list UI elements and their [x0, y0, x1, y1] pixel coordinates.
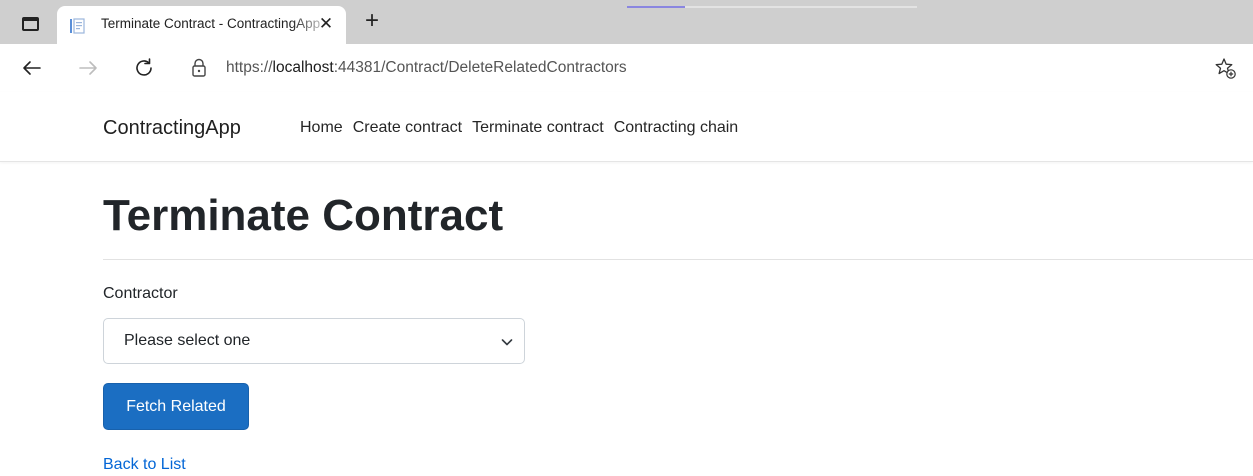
url-host: localhost — [272, 59, 334, 76]
plus-icon[interactable]: + — [360, 9, 384, 34]
favorite-star-icon[interactable] — [1213, 56, 1237, 80]
chevron-down-icon — [501, 339, 513, 346]
window-icon[interactable] — [22, 17, 39, 31]
forward-arrow-icon[interactable] — [76, 56, 100, 80]
back-to-list-link[interactable]: Back to List — [103, 456, 186, 474]
favicon-icon — [70, 18, 85, 34]
title-divider — [103, 259, 1253, 260]
contractor-select-value: Please select one — [124, 332, 251, 349]
nav-link-create-contract[interactable]: Create contract — [353, 119, 462, 137]
url-prefix: https:// — [226, 59, 273, 76]
back-arrow-icon[interactable] — [20, 56, 44, 80]
nav-link-terminate-contract[interactable]: Terminate contract — [472, 119, 604, 137]
site-navbar: ContractingApp Home Create contract Term… — [0, 92, 1253, 162]
nav-link-contracting-chain[interactable]: Contracting chain — [614, 119, 739, 137]
contractor-select[interactable]: Please select one — [103, 318, 525, 364]
nav-links: Home Create contract Terminate contract … — [300, 119, 748, 137]
brand-link[interactable]: ContractingApp — [103, 117, 241, 140]
lock-icon[interactable] — [190, 58, 208, 78]
fetch-related-button[interactable]: Fetch Related — [103, 383, 249, 430]
browser-toolbar: https://localhost:44381/Contract/DeleteR… — [0, 44, 1253, 92]
address-bar-url[interactable]: https://localhost:44381/Contract/DeleteR… — [226, 59, 627, 77]
nav-link-home[interactable]: Home — [300, 119, 343, 137]
refresh-icon[interactable] — [132, 56, 156, 80]
close-icon[interactable]: ✕ — [316, 14, 336, 34]
url-rest: :44381/Contract/DeleteRelatedContractors — [333, 59, 627, 76]
browser-tabstrip: Terminate Contract - ContractingApp ✕ + — [0, 0, 1253, 44]
browser-tab[interactable]: Terminate Contract - ContractingApp ✕ — [57, 6, 346, 44]
tabstrip-accent-line — [627, 6, 917, 8]
page-title: Terminate Contract — [103, 191, 504, 240]
contractor-label: Contractor — [103, 285, 178, 302]
tab-title: Terminate Contract - ContractingApp — [101, 16, 321, 31]
